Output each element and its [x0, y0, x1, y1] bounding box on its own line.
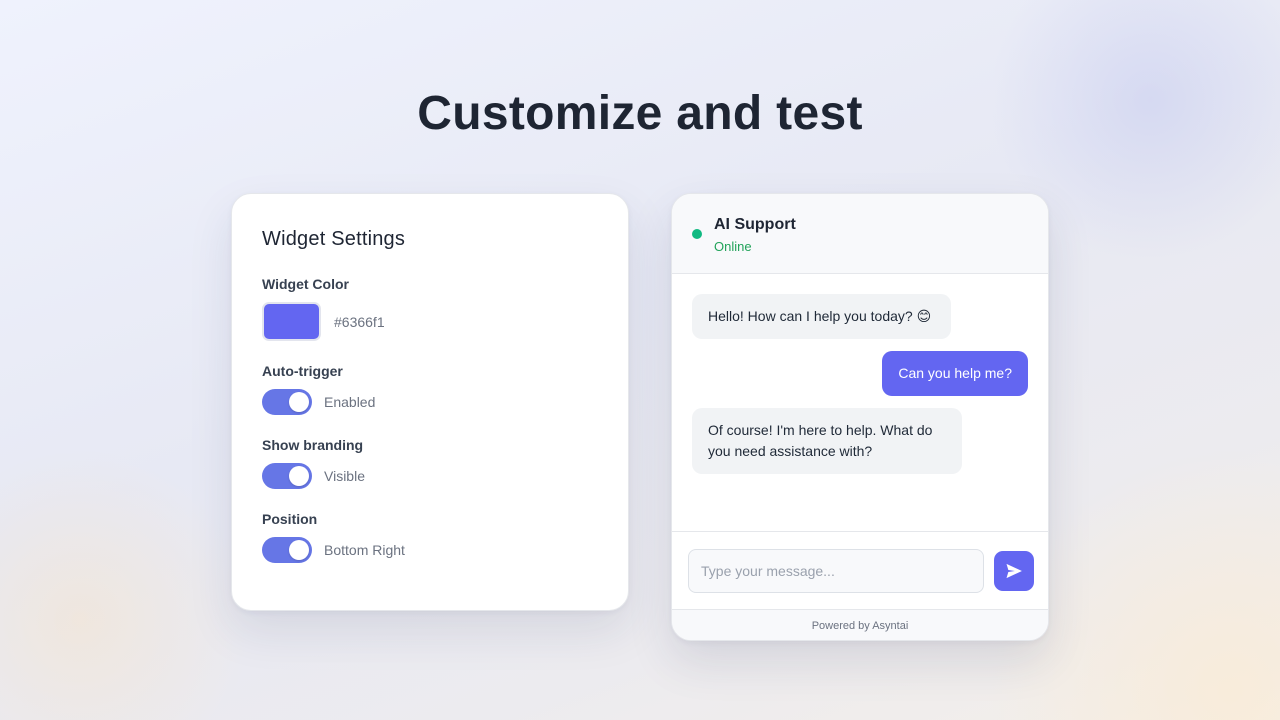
- chat-agent-name: AI Support: [714, 216, 796, 233]
- position-label: Position: [262, 511, 318, 527]
- chat-message-list: Hello! How can I help you today? 😊 Can y…: [672, 274, 1048, 532]
- bot-message: Hello! How can I help you today? 😊: [692, 294, 951, 339]
- show-branding-label: Show branding: [262, 437, 364, 453]
- show-branding-state: Visible: [324, 468, 365, 484]
- chat-header: AI Support Online: [672, 194, 1048, 274]
- send-button[interactable]: [994, 551, 1034, 591]
- position-state: Bottom Right: [324, 542, 405, 558]
- toggle-knob: [289, 466, 309, 486]
- chat-composer: [672, 532, 1048, 610]
- chat-status-text: Online: [714, 239, 752, 254]
- widget-settings-panel: Widget Settings Widget Color #6366f1 Aut…: [231, 193, 629, 611]
- online-status-dot-icon: [692, 229, 702, 239]
- widget-color-setting: Widget Color #6366f1: [262, 276, 598, 341]
- widget-color-label: Widget Color: [262, 276, 349, 292]
- show-branding-toggle[interactable]: [262, 463, 312, 489]
- auto-trigger-toggle[interactable]: [262, 389, 312, 415]
- position-setting: Position Bottom Right: [262, 511, 598, 563]
- chat-widget-preview: AI Support Online Hello! How can I help …: [671, 193, 1049, 641]
- auto-trigger-state: Enabled: [324, 394, 376, 410]
- show-branding-setting: Show branding Visible: [262, 437, 598, 489]
- color-picker-swatch[interactable]: [262, 302, 321, 341]
- auto-trigger-setting: Auto-trigger Enabled: [262, 363, 598, 415]
- user-message: Can you help me?: [882, 351, 1028, 396]
- powered-by-footer: Powered by Asyntai: [672, 610, 1048, 640]
- send-icon: [1006, 563, 1022, 579]
- color-hex-value: #6366f1: [334, 313, 385, 330]
- position-toggle[interactable]: [262, 537, 312, 563]
- settings-title: Widget Settings: [262, 228, 406, 250]
- bot-message: Of course! I'm here to help. What do you…: [692, 408, 962, 474]
- message-input[interactable]: [688, 549, 984, 593]
- auto-trigger-label: Auto-trigger: [262, 363, 343, 379]
- toggle-knob: [289, 540, 309, 560]
- page-title: Customize and test: [417, 87, 863, 140]
- toggle-knob: [289, 392, 309, 412]
